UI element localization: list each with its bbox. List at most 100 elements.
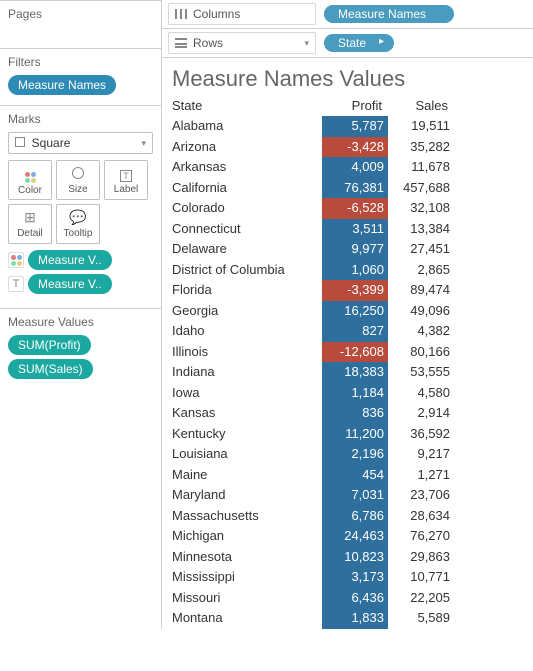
data-table: State Profit Sales Alabama5,78719,511Ari… [162, 98, 533, 629]
table-row[interactable]: District of Columbia1,0602,865 [172, 260, 527, 281]
table-row[interactable]: Montana1,8335,589 [172, 608, 527, 629]
cell-state: Minnesota [172, 547, 322, 568]
cell-sales: 29,863 [388, 547, 454, 568]
mv-pill-sales[interactable]: SUM(Sales) [8, 359, 93, 379]
cell-profit: -6,528 [322, 198, 388, 219]
table-row[interactable]: Missouri6,43622,205 [172, 588, 527, 609]
header-sales[interactable]: Sales [388, 98, 454, 113]
cell-profit: -3,399 [322, 280, 388, 301]
cell-profit: -3,428 [322, 137, 388, 158]
cell-profit: 9,977 [322, 239, 388, 260]
cell-state: Arkansas [172, 157, 322, 178]
cell-sales: 2,914 [388, 403, 454, 424]
table-row[interactable]: Florida-3,39989,474 [172, 280, 527, 301]
cell-profit: 7,031 [322, 485, 388, 506]
table-row[interactable]: Louisiana2,1969,217 [172, 444, 527, 465]
cell-state: Georgia [172, 301, 322, 322]
rows-label: Rows [193, 36, 223, 50]
size-button[interactable]: Size [56, 160, 100, 200]
cell-state: Indiana [172, 362, 322, 383]
filter-pill-measure-names[interactable]: Measure Names [8, 75, 116, 95]
table-row[interactable]: Massachusetts6,78628,634 [172, 506, 527, 527]
cell-profit: 1,184 [322, 383, 388, 404]
filters-title: Filters [8, 55, 153, 69]
table-row[interactable]: California76,381457,688 [172, 178, 527, 199]
mark-pill-text[interactable]: Measure V.. [28, 274, 112, 294]
cell-sales: 19,511 [388, 116, 454, 137]
rows-shelf[interactable]: Rows ▾ State [162, 29, 533, 58]
cell-state: Idaho [172, 321, 322, 342]
cell-profit: 454 [322, 465, 388, 486]
table-row[interactable]: Iowa1,1844,580 [172, 383, 527, 404]
cell-sales: 27,451 [388, 239, 454, 260]
detail-button[interactable]: ⊞ Detail [8, 204, 52, 244]
text-icon: T [8, 276, 24, 292]
cell-profit: 11,200 [322, 424, 388, 445]
table-row[interactable]: Delaware9,97727,451 [172, 239, 527, 260]
tooltip-button[interactable]: 💬 Tooltip [56, 204, 100, 244]
cell-state: Maine [172, 465, 322, 486]
header-profit[interactable]: Profit [322, 98, 388, 113]
cell-sales: 4,382 [388, 321, 454, 342]
label-button[interactable]: T Label [104, 160, 148, 200]
cell-sales: 53,555 [388, 362, 454, 383]
viz-title[interactable]: Measure Names Values [162, 58, 533, 98]
cell-state: Illinois [172, 342, 322, 363]
table-row[interactable]: Connecticut3,51113,384 [172, 219, 527, 240]
cell-sales: 1,271 [388, 465, 454, 486]
cell-profit: 836 [322, 403, 388, 424]
table-row[interactable]: Minnesota10,82329,863 [172, 547, 527, 568]
table-row[interactable]: Arizona-3,42835,282 [172, 137, 527, 158]
color-button[interactable]: Color [8, 160, 52, 200]
mark-type-select[interactable]: Square ▾ [8, 132, 153, 154]
mark-pill-color[interactable]: Measure V.. [28, 250, 112, 270]
columns-pill[interactable]: Measure Names [324, 5, 454, 23]
cell-state: Michigan [172, 526, 322, 547]
chevron-down-icon: ▾ [304, 38, 309, 49]
cell-state: Kentucky [172, 424, 322, 445]
cell-sales: 80,166 [388, 342, 454, 363]
cell-sales: 36,592 [388, 424, 454, 445]
cell-sales: 23,706 [388, 485, 454, 506]
marks-title: Marks [8, 112, 153, 126]
cell-profit: 10,823 [322, 547, 388, 568]
header-state[interactable]: State [172, 98, 322, 113]
table-row[interactable]: Colorado-6,52832,108 [172, 198, 527, 219]
cell-state: Louisiana [172, 444, 322, 465]
columns-label: Columns [193, 7, 240, 21]
mv-pill-profit[interactable]: SUM(Profit) [8, 335, 91, 355]
table-row[interactable]: Kansas8362,914 [172, 403, 527, 424]
columns-icon [175, 9, 187, 19]
table-row[interactable]: Illinois-12,60880,166 [172, 342, 527, 363]
table-row[interactable]: Michigan24,46376,270 [172, 526, 527, 547]
cell-sales: 49,096 [388, 301, 454, 322]
table-row[interactable]: Georgia16,25049,096 [172, 301, 527, 322]
square-icon [15, 137, 25, 147]
cell-profit: 1,060 [322, 260, 388, 281]
cell-state: Florida [172, 280, 322, 301]
cell-state: California [172, 178, 322, 199]
rows-pill[interactable]: State [324, 34, 394, 52]
cell-state: Missouri [172, 588, 322, 609]
table-row[interactable]: Mississippi3,17310,771 [172, 567, 527, 588]
columns-shelf[interactable]: Columns Measure Names [162, 0, 533, 29]
table-row[interactable]: Maryland7,03123,706 [172, 485, 527, 506]
cell-state: Delaware [172, 239, 322, 260]
cell-sales: 35,282 [388, 137, 454, 158]
table-row[interactable]: Arkansas4,00911,678 [172, 157, 527, 178]
table-row[interactable]: Maine4541,271 [172, 465, 527, 486]
table-body[interactable]: Alabama5,78719,511Arizona-3,42835,282Ark… [172, 116, 527, 629]
cell-profit: 1,833 [322, 608, 388, 629]
table-row[interactable]: Idaho8274,382 [172, 321, 527, 342]
chevron-down-icon: ▾ [141, 138, 146, 149]
cell-sales: 11,678 [388, 157, 454, 178]
cell-state: Kansas [172, 403, 322, 424]
cell-sales: 22,205 [388, 588, 454, 609]
cell-profit: 76,381 [322, 178, 388, 199]
table-row[interactable]: Indiana18,38353,555 [172, 362, 527, 383]
cell-profit: 6,436 [322, 588, 388, 609]
table-row[interactable]: Alabama5,78719,511 [172, 116, 527, 137]
cell-sales: 89,474 [388, 280, 454, 301]
cell-state: Alabama [172, 116, 322, 137]
table-row[interactable]: Kentucky11,20036,592 [172, 424, 527, 445]
